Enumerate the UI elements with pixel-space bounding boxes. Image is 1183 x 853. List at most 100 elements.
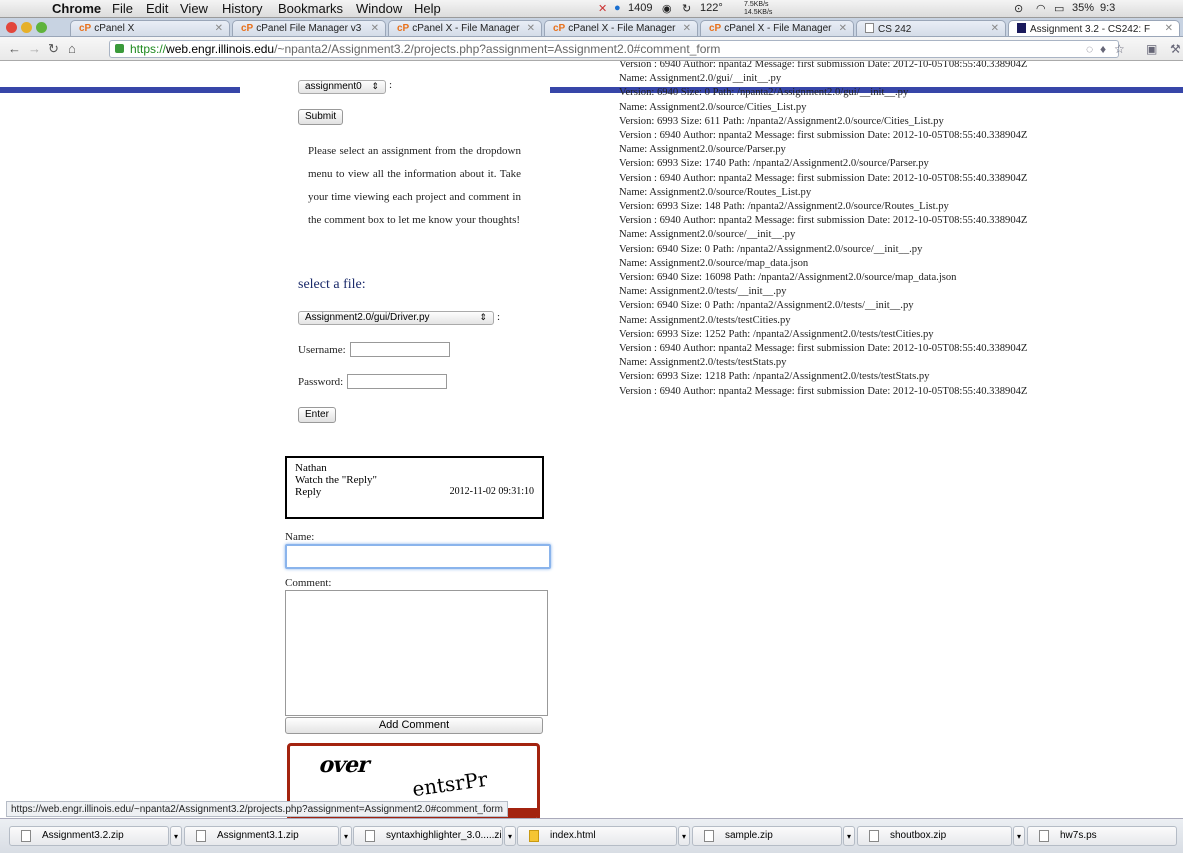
download-name: shoutbox.zip	[890, 830, 947, 841]
download-item[interactable]: Assignment3.1.zip	[184, 826, 339, 846]
download-menu-icon[interactable]: ▾	[678, 826, 690, 846]
download-item[interactable]: shoutbox.zip	[857, 826, 1012, 846]
tab-close-icon[interactable]: ✕	[839, 23, 847, 34]
download-menu-icon[interactable]: ▾	[1013, 826, 1025, 846]
wrench-icon[interactable]: ⚒	[1170, 42, 1181, 56]
ps-file-icon	[1039, 830, 1049, 842]
file-log-line: Name: Assignment2.0/tests/testStats.py	[619, 357, 787, 369]
tab-cpanel-file-manager-3[interactable]: cP cPanel X - File Manager ✕	[700, 20, 854, 36]
eye-icon[interactable]: ◉	[662, 2, 672, 15]
sync-icon[interactable]: ↻	[682, 2, 691, 15]
download-name: hw7s.ps	[1060, 830, 1097, 841]
clock[interactable]: 9:3	[1100, 2, 1115, 14]
tab-label: cPanel X - File Manager	[724, 23, 832, 34]
zip-file-icon	[869, 830, 879, 842]
password-input[interactable]	[347, 374, 447, 389]
file-select-colon: :	[497, 311, 501, 323]
tab-assignment-3-2[interactable]: Assignment 3.2 - CS242: F ✕	[1008, 20, 1180, 36]
address-bar[interactable]: https://web.engr.illinois.edu/~npanta2/A…	[109, 40, 1119, 58]
temperature-readout[interactable]: 122°	[700, 2, 723, 14]
tools-icon[interactable]: ✕	[598, 2, 607, 15]
comment-textarea[interactable]	[285, 590, 548, 716]
download-menu-icon[interactable]: ▾	[170, 826, 182, 846]
download-item[interactable]: hw7s.ps	[1027, 826, 1177, 846]
badge-icon[interactable]: ●	[614, 2, 621, 14]
download-name: syntaxhighlighter_3.0.....zip	[386, 830, 503, 841]
download-menu-icon[interactable]: ▾	[843, 826, 855, 846]
menu-bookmarks[interactable]: Bookmarks	[278, 1, 343, 16]
tab-close-icon[interactable]: ✕	[215, 23, 223, 34]
battery-percent[interactable]: 35%	[1072, 2, 1094, 14]
tab-close-icon[interactable]: ✕	[1165, 23, 1173, 34]
file-log-line: Version: 6993 Size: 1740 Path: /npanta2/…	[619, 158, 929, 170]
minimize-window-icon[interactable]	[21, 22, 32, 33]
menu-view[interactable]: View	[180, 1, 208, 16]
menu-edit[interactable]: Edit	[146, 1, 168, 16]
tab-label: CS 242	[878, 24, 912, 35]
battery-icon[interactable]: ▭	[1054, 2, 1064, 15]
tab-cpanel-file-manager-1[interactable]: cP cPanel X - File Manager ✕	[388, 20, 542, 36]
comment-card: Nathan Watch the "Reply" Reply 2012-11-0…	[285, 456, 544, 519]
file-select[interactable]: Assignment2.0/gui/Driver.py ⇕	[298, 311, 494, 325]
username-input[interactable]	[350, 342, 450, 357]
download-item[interactable]: sample.zip	[692, 826, 842, 846]
tab-cpanel-file-manager-v3[interactable]: cP cPanel File Manager v3 ✕	[232, 20, 386, 36]
shield-icon[interactable]: ◌	[1086, 42, 1093, 56]
download-item[interactable]: syntaxhighlighter_3.0.....zip	[353, 826, 503, 846]
tab-close-icon[interactable]: ✕	[527, 23, 535, 34]
status-url-bubble: https://web.engr.illinois.edu/~npanta2/A…	[6, 801, 508, 817]
download-name: Assignment3.1.zip	[217, 830, 299, 841]
tab-cs242[interactable]: CS 242 ✕	[856, 20, 1006, 36]
file-log-line: Version: 6940 Size: 0 Path: /npanta2/Ass…	[619, 300, 914, 312]
assignment-select[interactable]: assignment0 ⇕	[298, 80, 386, 94]
download-menu-icon[interactable]: ▾	[504, 826, 516, 846]
select-arrows-icon: ⇕	[371, 81, 379, 91]
file-log-line: Version: 6940 Size: 0 Path: /npanta2/Ass…	[619, 87, 909, 99]
download-item[interactable]: index.html	[517, 826, 677, 846]
zip-file-icon	[21, 830, 31, 842]
extension-icon[interactable]: ▣	[1146, 42, 1157, 56]
url-host: web.engr.illinois.edu	[166, 42, 275, 56]
enter-button[interactable]: Enter	[298, 407, 336, 423]
file-log-line: Version : 6940 Author: npanta2 Message: …	[619, 343, 1028, 355]
mac-menubar: Chrome File Edit View History Bookmarks …	[0, 0, 1183, 18]
file-log-line: Name: Assignment2.0/source/__init__.py	[619, 229, 796, 241]
menu-app-name[interactable]: Chrome	[52, 1, 101, 16]
menu-file[interactable]: File	[112, 1, 133, 16]
username-label: Username:	[298, 344, 346, 356]
menu-help[interactable]: Help	[414, 1, 441, 16]
name-input[interactable]	[285, 544, 551, 569]
tab-close-icon[interactable]: ✕	[371, 23, 379, 34]
forward-icon[interactable]: →	[28, 41, 41, 56]
network-readout[interactable]: 7.5KB/s 14.5KB/s	[744, 1, 772, 17]
comment-text: Watch the "Reply"	[295, 474, 378, 486]
file-log-line: Name: Assignment2.0/tests/testCities.py	[619, 314, 791, 326]
file-log-line: Name: Assignment2.0/source/map_data.json	[619, 257, 809, 269]
tab-cpanel-x[interactable]: cP cPanel X ✕	[70, 20, 230, 36]
download-menu-icon[interactable]: ▾	[340, 826, 352, 846]
home-icon[interactable]: ⌂	[68, 41, 76, 56]
file-log-line: Version: 6940 Size: 0 Path: /npanta2/Ass…	[619, 243, 923, 255]
file-log-line: Version : 6940 Author: npanta2 Message: …	[619, 61, 1028, 70]
time-machine-icon[interactable]: ⊙	[1014, 2, 1023, 15]
reload-icon[interactable]: ↻	[48, 41, 59, 57]
tab-label: cPanel File Manager v3	[256, 23, 362, 34]
tab-cpanel-file-manager-2[interactable]: cP cPanel X - File Manager ✕	[544, 20, 698, 36]
add-comment-button[interactable]: Add Comment	[285, 717, 543, 734]
zoom-window-icon[interactable]	[36, 22, 47, 33]
menu-window[interactable]: Window	[356, 1, 402, 16]
back-icon[interactable]: ←	[8, 41, 21, 56]
submit-button[interactable]: Submit	[298, 109, 344, 125]
tab-close-icon[interactable]: ✕	[991, 23, 999, 34]
bulb-icon[interactable]: ♦	[1100, 42, 1106, 56]
download-item[interactable]: Assignment3.2.zip	[9, 826, 169, 846]
tab-close-icon[interactable]: ✕	[683, 23, 691, 34]
close-window-icon[interactable]	[6, 22, 17, 33]
star-icon[interactable]: ☆	[1114, 42, 1125, 56]
status-count[interactable]: 1409	[628, 2, 652, 14]
menu-history[interactable]: History	[222, 1, 262, 16]
cpanel-icon: cP	[553, 23, 566, 34]
lock-icon[interactable]	[115, 44, 124, 53]
file-log-line: Name: Assignment2.0/gui/__init__.py	[619, 73, 782, 85]
wifi-icon[interactable]: ◠	[1036, 2, 1046, 15]
